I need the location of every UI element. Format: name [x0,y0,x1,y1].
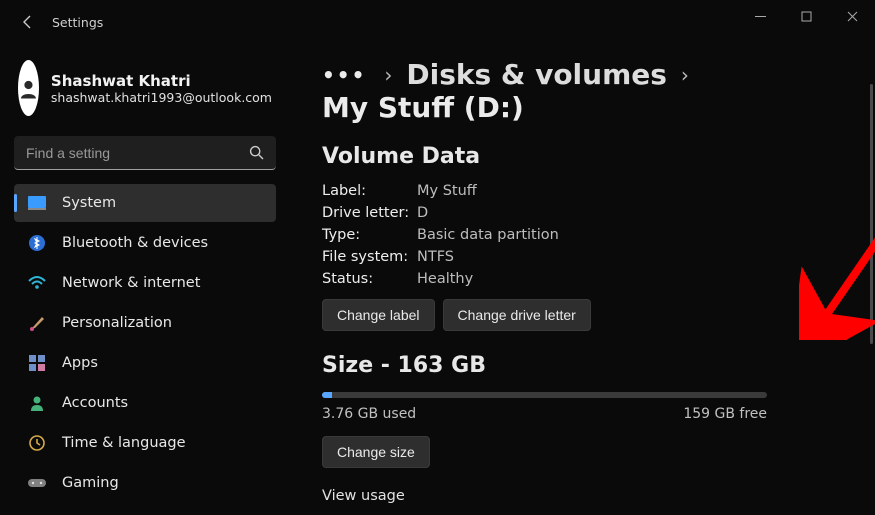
scrollbar[interactable] [870,84,873,344]
type-value: Basic data partition [417,227,559,243]
sidebar: Shashwat Khatri shashwat.khatri1993@outl… [0,44,290,515]
window-controls [737,0,875,32]
close-button[interactable] [829,0,875,32]
sidebar-item-label: Personalization [62,315,172,331]
search-input[interactable] [14,136,276,170]
sidebar-item-accounts[interactable]: Accounts [14,384,276,422]
sidebar-item-label: System [62,195,116,211]
person-icon [28,394,46,412]
sidebar-item-label: Time & language [62,435,186,451]
apps-icon [28,354,46,372]
size-bar [322,392,767,398]
size-heading: Size - 163 GB [322,353,839,378]
status-key: Status: [322,271,417,287]
clock-icon [28,434,46,452]
sidebar-item-label: Bluetooth & devices [62,235,208,251]
user-email: shashwat.khatri1993@outlook.com [51,90,272,105]
minimize-button[interactable] [737,0,783,32]
sidebar-item-gaming[interactable]: Gaming [14,464,276,502]
drive-letter-value: D [417,205,428,221]
main-content: ••• › Disks & volumes › My Stuff (D:) Vo… [290,44,875,515]
file-system-key: File system: [322,249,417,265]
avatar-icon [18,60,39,116]
gaming-icon [28,474,46,492]
volume-data-heading: Volume Data [322,144,839,169]
window-title: Settings [52,15,103,30]
back-button[interactable] [18,12,38,32]
view-usage-link[interactable]: View usage [322,488,405,504]
drive-letter-key: Drive letter: [322,205,417,221]
change-drive-letter-button[interactable]: Change drive letter [443,299,591,331]
change-size-button[interactable]: Change size [322,436,430,468]
chevron-right-icon: › [681,63,689,87]
chevron-right-icon: › [384,63,392,87]
sidebar-item-bluetooth[interactable]: Bluetooth & devices [14,224,276,262]
change-label-button[interactable]: Change label [322,299,435,331]
sidebar-item-label: Accounts [62,395,128,411]
status-value: Healthy [417,271,473,287]
bluetooth-icon [28,234,46,252]
sidebar-item-label: Gaming [62,475,119,491]
file-system-value: NTFS [417,249,454,265]
minimize-icon [755,11,766,22]
breadcrumb-parent[interactable]: Disks & volumes [406,58,667,91]
avatar [18,60,39,116]
sidebar-item-label: Network & internet [62,275,200,291]
breadcrumb: ••• › Disks & volumes › My Stuff (D:) [322,58,839,124]
size-used-text: 3.76 GB used [322,406,416,422]
system-icon [28,194,46,212]
user-name: Shashwat Khatri [51,72,272,90]
sidebar-item-system[interactable]: System [14,184,276,222]
paintbrush-icon [28,314,46,332]
user-block[interactable]: Shashwat Khatri shashwat.khatri1993@outl… [18,60,272,116]
size-bar-used [322,392,332,398]
wifi-icon [28,274,46,292]
sidebar-item-network[interactable]: Network & internet [14,264,276,302]
label-value: My Stuff [417,183,477,199]
size-free-text: 159 GB free [683,406,767,422]
label-key: Label: [322,183,417,199]
arrow-left-icon [20,14,36,30]
sidebar-item-apps[interactable]: Apps [14,344,276,382]
breadcrumb-current: My Stuff (D:) [322,91,524,124]
sidebar-item-personalization[interactable]: Personalization [14,304,276,342]
type-key: Type: [322,227,417,243]
maximize-icon [801,11,812,22]
maximize-button[interactable] [783,0,829,32]
close-icon [847,11,858,22]
titlebar: Settings [0,0,875,44]
sidebar-item-time-language[interactable]: Time & language [14,424,276,462]
sidebar-nav: System Bluetooth & devices Network & int… [14,184,276,502]
user-info: Shashwat Khatri shashwat.khatri1993@outl… [51,72,272,105]
sidebar-item-label: Apps [62,355,98,371]
